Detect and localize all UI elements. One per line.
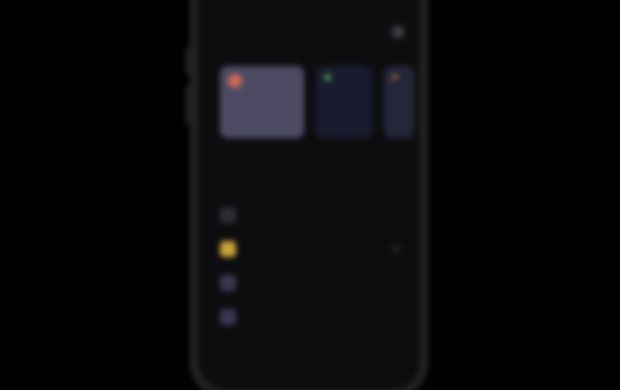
transaction-list xyxy=(220,198,400,334)
list-item[interactable] xyxy=(220,300,400,334)
orange-dot-icon xyxy=(228,74,242,88)
phone-frame xyxy=(198,0,420,390)
summary-card[interactable] xyxy=(220,66,304,138)
summary-card[interactable] xyxy=(316,66,372,138)
phone-volume-down-button xyxy=(186,86,190,124)
green-dot-icon xyxy=(324,74,331,81)
list-item-amount xyxy=(392,315,400,319)
list-item-amount xyxy=(392,247,400,251)
phone-power-button xyxy=(424,70,428,116)
list-item[interactable] xyxy=(220,266,400,300)
settings-icon[interactable] xyxy=(392,26,404,38)
brown-dot-icon xyxy=(392,74,398,80)
blurred-app-scene xyxy=(0,0,620,390)
list-item[interactable] xyxy=(220,198,400,232)
summary-card[interactable] xyxy=(384,66,414,138)
category-icon xyxy=(220,207,236,223)
app-header xyxy=(220,22,404,42)
list-item-amount xyxy=(392,213,400,217)
list-item-amount xyxy=(392,281,400,285)
list-item[interactable] xyxy=(220,232,400,266)
category-icon xyxy=(220,241,236,257)
card-carousel[interactable] xyxy=(220,66,420,138)
category-icon xyxy=(220,275,236,291)
category-icon xyxy=(220,309,236,325)
phone-volume-up-button xyxy=(186,48,190,74)
